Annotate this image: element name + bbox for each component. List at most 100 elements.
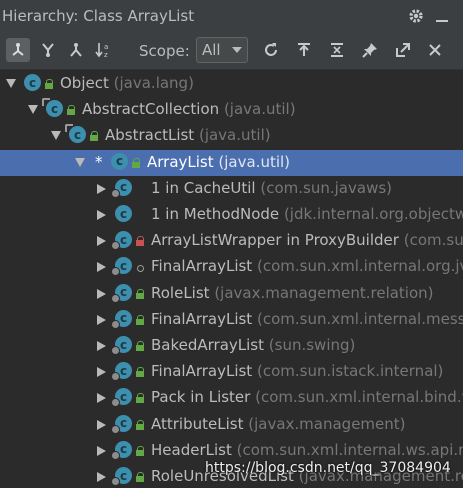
public-lock-icon xyxy=(135,314,144,325)
tree-row[interactable]: c 1 in MethodNode (jdk.internal.org.objec… xyxy=(0,202,463,228)
chevron-right-icon[interactable] xyxy=(97,236,106,247)
class-icon: c xyxy=(24,74,41,91)
chevron-down-icon[interactable] xyxy=(51,131,61,141)
tree-row-label: Pack in Lister (com.sun.xml.internal.bin… xyxy=(151,388,463,406)
close-icon[interactable] xyxy=(423,38,447,62)
public-lock-icon xyxy=(135,393,144,404)
tree-row[interactable]: c 1 in CacheUtil (com.sun.javaws) xyxy=(0,176,463,202)
tree-row[interactable]: c BakedArrayList (sun.swing) xyxy=(0,333,463,359)
hierarchy-tree[interactable]: c Object (java.lang) c AbstractCollection (… xyxy=(0,70,463,488)
tree-row[interactable]: c Object (java.lang) xyxy=(0,71,463,97)
gear-icon[interactable] xyxy=(406,6,426,26)
tree-row-label: AbstractList (java.util) xyxy=(105,126,271,144)
class-name: FinalArrayList xyxy=(151,257,253,276)
supertypes-hierarchy-icon[interactable] xyxy=(36,38,60,62)
public-lock-icon xyxy=(135,367,144,378)
scope-dropdown[interactable]: All xyxy=(196,37,248,63)
class-name: AttributeList xyxy=(151,414,244,433)
class-icon: c xyxy=(111,362,132,382)
tree-row-label: FinalArrayList (com.sun.xml.internal.org… xyxy=(151,257,463,275)
chevron-right-icon[interactable] xyxy=(97,445,106,456)
watermark: https://blog.csdn.net/qq_37084904 xyxy=(205,460,451,476)
chevron-right-icon[interactable] xyxy=(97,262,106,273)
tree-row-label: AbstractCollection (java.util) xyxy=(82,100,296,118)
tree-row-label: FinalArrayList (com.sun.xml.internal.mes… xyxy=(151,310,463,328)
chevron-down-icon[interactable] xyxy=(28,105,38,115)
class-name: ArrayListWrapper in ProxyBuilder xyxy=(151,231,399,250)
public-lock-icon xyxy=(66,105,75,116)
package-name: (com.su xyxy=(403,231,463,250)
class-name: Object xyxy=(60,74,109,92)
chevron-right-icon[interactable] xyxy=(97,367,106,378)
class-icon: c xyxy=(111,309,132,329)
chevron-right-icon[interactable] xyxy=(97,472,106,482)
class-name: AbstractCollection xyxy=(82,100,220,119)
minimize-icon[interactable] xyxy=(432,6,452,26)
tree-row[interactable]: c Pack in Lister (com.sun.xml.internal.bi… xyxy=(0,385,463,411)
chevron-right-icon[interactable] xyxy=(97,393,106,404)
class-icon: c xyxy=(111,467,132,486)
subtypes-hierarchy-icon[interactable] xyxy=(64,38,88,62)
chevron-right-icon[interactable] xyxy=(97,210,106,220)
class-icon: c xyxy=(111,414,132,434)
chevron-right-icon[interactable] xyxy=(97,314,106,325)
refresh-icon[interactable] xyxy=(259,38,283,62)
chevron-right-icon[interactable] xyxy=(97,288,106,299)
public-lock-icon xyxy=(44,79,53,89)
tree-row[interactable]: c AbstractCollection (java.util) xyxy=(0,97,463,123)
open-external-icon[interactable] xyxy=(391,38,415,62)
toolbar: az Scope: All xyxy=(0,33,463,70)
private-lock-icon xyxy=(135,236,144,247)
collapse-all-icon[interactable] xyxy=(325,38,349,62)
window-title: Hierarchy: Class ArrayList xyxy=(2,7,195,25)
tree-row[interactable]: c AbstractList (java.util) xyxy=(0,123,463,149)
public-lock-icon xyxy=(89,131,98,142)
tree-row[interactable]: c FinalArrayList (com.sun.istack.internal… xyxy=(0,359,463,385)
class-name: 1 in CacheUtil xyxy=(151,178,256,197)
package-name: (jdk.internal.org.objectw xyxy=(283,205,463,223)
class-icon: c xyxy=(111,257,132,277)
tree-row[interactable]: c AttributeList (javax.management) xyxy=(0,412,463,438)
tree-row[interactable]: c ArrayListWrapper in ProxyBuilder (com.s… xyxy=(0,228,463,254)
tree-row-label: BakedArrayList (sun.swing) xyxy=(151,336,355,354)
sort-alphabetically-icon[interactable]: az xyxy=(92,38,116,62)
public-lock-icon xyxy=(135,445,144,456)
tree-row-label: AttributeList (javax.management) xyxy=(151,415,406,433)
title-bar: Hierarchy: Class ArrayList xyxy=(0,0,463,33)
tree-row-label: FinalArrayList (com.sun.istack.internal) xyxy=(151,362,443,380)
package-name: (java.util) xyxy=(223,100,296,119)
class-name: FinalArrayList xyxy=(151,362,253,381)
chevron-right-icon[interactable] xyxy=(97,341,106,351)
chevron-down-icon[interactable] xyxy=(6,79,16,88)
chevron-down-icon[interactable] xyxy=(75,157,85,167)
tree-row[interactable]: * c ArrayList (java.util) xyxy=(0,149,463,176)
tree-row-label: ArrayListWrapper in ProxyBuilder (com.su xyxy=(151,231,463,249)
package-name: (javax.management.relation) xyxy=(214,283,434,302)
public-lock-icon xyxy=(135,472,144,482)
expand-all-icon[interactable] xyxy=(292,38,316,62)
class-icon: c xyxy=(111,152,128,170)
chevron-down-icon xyxy=(232,47,242,53)
class-icon: c xyxy=(115,205,132,222)
tree-row[interactable]: c RoleList (javax.management.relation) xyxy=(0,281,463,307)
tree-row[interactable]: c FinalArrayList (com.sun.xml.internal.or… xyxy=(0,254,463,280)
inherited-badge-icon xyxy=(111,346,120,355)
class-name: RoleList xyxy=(151,283,210,302)
public-lock-icon xyxy=(135,419,144,430)
package-private-icon xyxy=(135,262,144,273)
tree-row[interactable]: c FinalArrayList (com.sun.xml.internal.me… xyxy=(0,307,463,333)
abstract-class-icon: c xyxy=(65,124,86,144)
class-name: FinalArrayList xyxy=(151,309,253,328)
class-icon: c xyxy=(111,440,132,460)
pin-icon[interactable] xyxy=(358,38,382,62)
inherited-badge-icon xyxy=(111,477,120,486)
public-lock-icon xyxy=(135,288,144,299)
type-hierarchy-icon[interactable] xyxy=(6,38,30,62)
inherited-badge-icon xyxy=(111,188,120,198)
chevron-right-icon[interactable] xyxy=(97,183,106,194)
class-name: Pack in Lister xyxy=(151,388,251,407)
current-class-marker: * xyxy=(95,152,103,171)
chevron-right-icon[interactable] xyxy=(97,419,106,430)
scope-label: Scope: xyxy=(139,42,190,60)
inherited-badge-icon xyxy=(111,424,120,434)
